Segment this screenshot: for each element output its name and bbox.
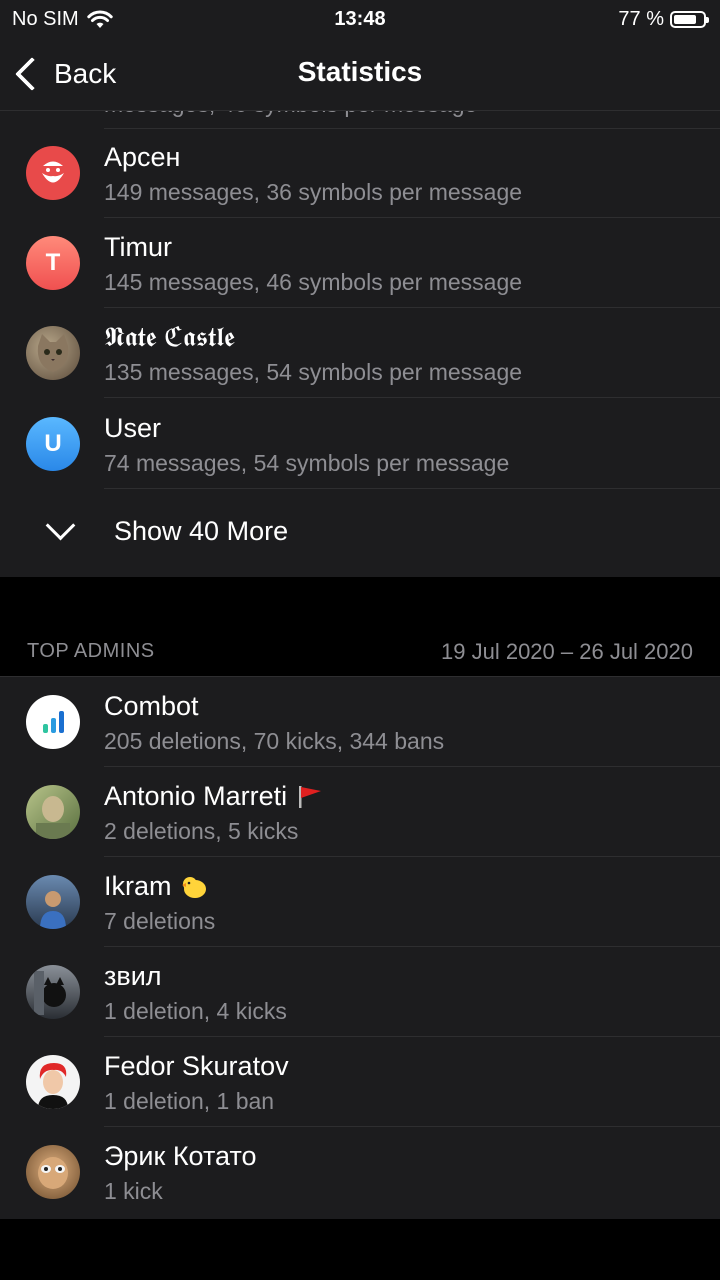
admin-name-text: Antonio Marreti <box>104 781 288 811</box>
cat-photo-icon <box>37 334 69 372</box>
admin-stats: 2 deletions, 5 kicks <box>104 818 299 844</box>
avatar <box>26 1055 80 1109</box>
top-members-section: messages, 46 symbols per message Арсен 1… <box>0 111 720 577</box>
list-item[interactable]: 𝕹𝖆𝖙𝖊 ℭ𝖆𝖘𝖙𝖑𝖊 135 messages, 54 symbols per… <box>0 308 720 398</box>
admin-stats: 1 deletion, 4 kicks <box>104 998 287 1024</box>
list-item-partial: messages, 46 symbols per message <box>104 111 720 129</box>
admin-name: Эрик Котато <box>104 1141 257 1171</box>
list-item[interactable]: Эрик Котато 1 kick <box>0 1127 720 1217</box>
admin-stats: 1 kick <box>104 1178 163 1204</box>
member-name: 𝕹𝖆𝖙𝖊 ℭ𝖆𝖘𝖙𝖑𝖊 <box>104 322 235 352</box>
section-title: TOP ADMINS <box>27 640 155 662</box>
page-title: Statistics <box>297 56 423 87</box>
member-name: User <box>104 413 162 443</box>
partial-row-subtitle: messages, 46 symbols per message <box>104 111 477 118</box>
list-item[interactable]: U User 74 messages, 54 symbols per messa… <box>0 399 720 489</box>
battery-percent: 77 % <box>618 8 664 30</box>
member-stats: 135 messages, 54 symbols per message <box>104 359 523 385</box>
bar-chart-icon <box>43 711 64 733</box>
admin-name: звил <box>104 961 162 991</box>
status-time: 13:48 <box>334 8 386 30</box>
red-hair-avatar-icon <box>38 1063 68 1109</box>
avatar <box>26 875 80 929</box>
list-item[interactable]: звил 1 deletion, 4 kicks <box>0 947 720 1037</box>
avatar <box>26 785 80 839</box>
avatar <box>26 146 80 200</box>
avatar <box>26 695 80 749</box>
admin-name: Antonio Marreti <box>104 781 323 812</box>
list-item[interactable]: Antonio Marreti 2 deletions, 5 kicks <box>0 767 720 857</box>
status-bar: No SIM 13:48 77 % <box>0 0 720 38</box>
avatar: U <box>26 417 80 471</box>
avatar <box>26 326 80 380</box>
avatar-letter: T <box>45 249 61 276</box>
member-stats: 74 messages, 54 symbols per message <box>104 450 510 476</box>
admin-name: Ikram <box>104 871 208 902</box>
member-name: Арсен <box>104 142 181 172</box>
red-flag-icon <box>299 785 322 808</box>
avatar-letter: U <box>44 430 62 457</box>
list-item[interactable]: Арсен 149 messages, 36 symbols per messa… <box>0 128 720 218</box>
date-range: 19 Jul 2020 – 26 Jul 2020 <box>441 639 693 664</box>
navigation-bar: Back Statistics <box>0 38 720 111</box>
photo-avatar-icon <box>40 891 66 929</box>
list-item[interactable]: Ikram 7 deletions <box>0 857 720 947</box>
photo-avatar-icon <box>36 796 70 839</box>
member-stats: 149 messages, 36 symbols per message <box>104 179 523 205</box>
admin-stats: 1 deletion, 1 ban <box>104 1088 275 1114</box>
avatar <box>26 965 80 1019</box>
admin-name: Combot <box>104 691 199 721</box>
photo-avatar-icon <box>34 971 66 1015</box>
member-stats: 145 messages, 46 symbols per message <box>104 269 523 295</box>
chick-emoji-icon <box>181 876 206 898</box>
show-more-label: Show 40 More <box>114 516 289 546</box>
list-item[interactable]: Combot 205 deletions, 70 kicks, 344 bans <box>0 677 720 767</box>
admin-name: Fedor Skuratov <box>104 1051 289 1081</box>
admin-name-text: Ikram <box>104 871 172 901</box>
show-more-button[interactable]: Show 40 More <box>0 489 720 577</box>
admin-stats: 205 deletions, 70 kicks, 344 bans <box>104 728 445 754</box>
top-admins-section: Combot 205 deletions, 70 kicks, 344 bans… <box>0 676 720 1219</box>
battery-icon <box>670 11 709 28</box>
list-item[interactable]: Fedor Skuratov 1 deletion, 1 ban <box>0 1037 720 1127</box>
list-item[interactable]: T Timur 145 messages, 46 symbols per mes… <box>0 218 720 308</box>
santa-icon <box>42 161 64 183</box>
photo-avatar-icon <box>38 1157 68 1189</box>
status-right: 77 % <box>618 8 709 31</box>
member-name: Timur <box>104 232 172 262</box>
battery-fill <box>674 15 696 24</box>
top-admins-header: TOP ADMINS 19 Jul 2020 – 26 Jul 2020 <box>0 578 720 676</box>
avatar: T <box>26 236 80 290</box>
avatar <box>26 1145 80 1199</box>
admin-stats: 7 deletions <box>104 908 216 934</box>
chevron-down-icon <box>45 510 76 541</box>
divider <box>104 397 720 398</box>
